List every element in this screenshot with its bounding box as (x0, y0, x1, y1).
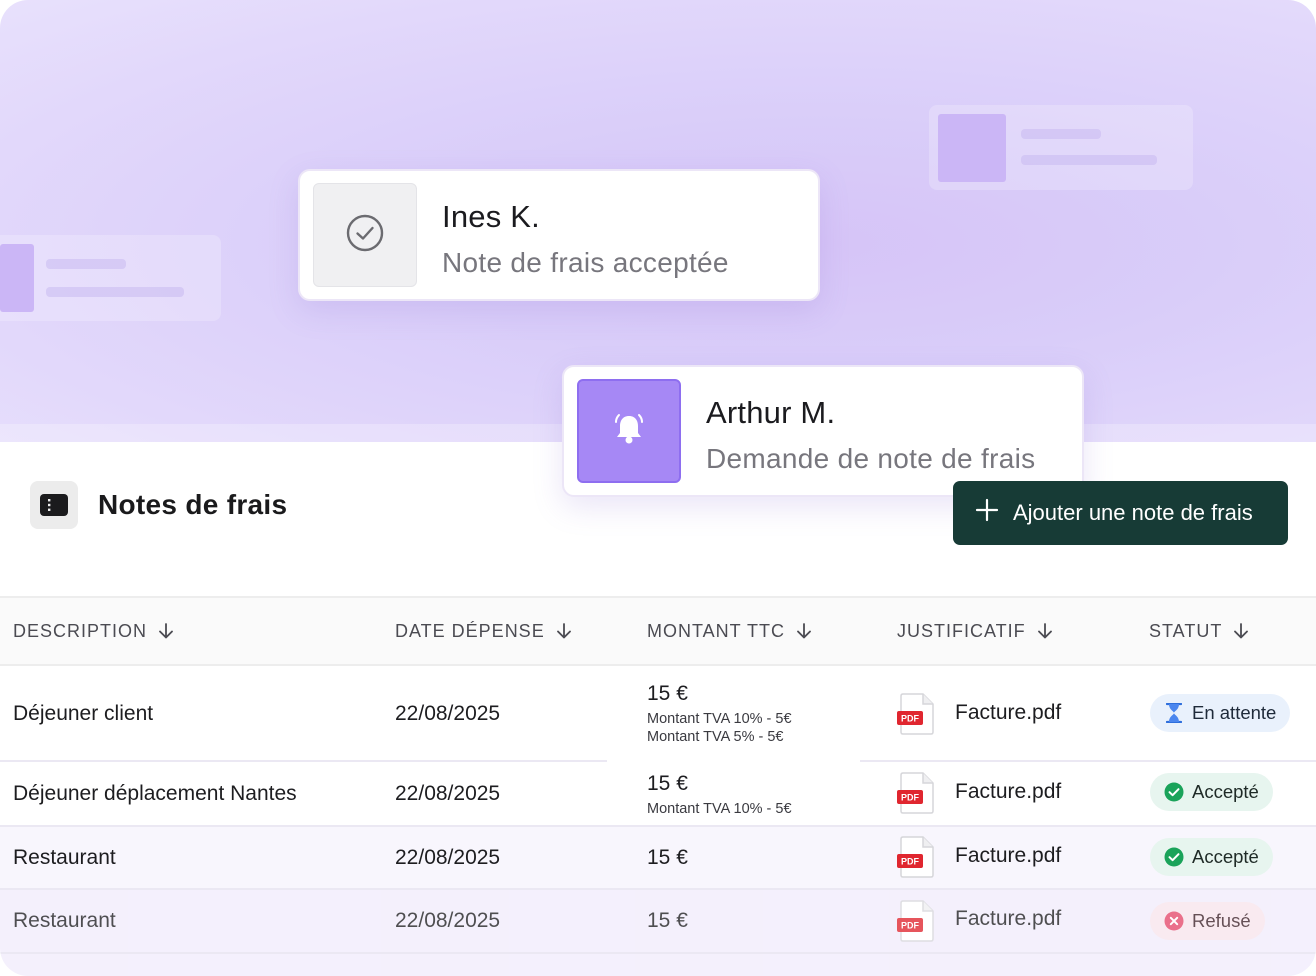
amount-value: 15 € (647, 682, 688, 705)
col-header-label: STATUT (1149, 620, 1223, 641)
add-expense-label: Ajouter une note de frais (1013, 500, 1253, 525)
ghost-card-left (0, 235, 221, 321)
table-header: DESCRIPTION DATE DÉPENSE MONTANT TTC JUS… (0, 596, 1316, 666)
check-circle-icon (1164, 782, 1184, 802)
bell-icon (607, 407, 651, 456)
receipt-icon (30, 481, 78, 529)
receipt-filename[interactable]: Facture.pdf (955, 844, 1061, 868)
notification-card-arthur[interactable]: Arthur M. Demande de note de frais (562, 365, 1084, 497)
notification-message: Demande de note de frais (706, 443, 1036, 474)
status-label: Refusé (1192, 910, 1251, 931)
tva-line: Montant TVA 10% - 5€ (647, 711, 792, 727)
status-label: En attente (1192, 702, 1277, 723)
close-circle-icon (1164, 911, 1184, 931)
notification-icon-box (313, 183, 417, 287)
status-badge: Accepté (1150, 838, 1273, 876)
table-row[interactable]: Déjeuner déplacement Nantes 22/08/2025 1… (0, 762, 1316, 825)
row-description: Déjeuner déplacement Nantes (13, 781, 297, 805)
col-header-date[interactable]: DATE DÉPENSE (395, 598, 573, 664)
table-row[interactable]: Restaurant 22/08/2025 15 € PDF Facture.p… (0, 890, 1316, 976)
receipt-filename[interactable]: Facture.pdf (955, 780, 1061, 804)
row-date: 22/08/2025 (395, 781, 501, 805)
row-description: Restaurant (13, 909, 116, 932)
pdf-file-icon[interactable]: PDF (897, 900, 935, 942)
row-description: Déjeuner client (13, 701, 154, 725)
svg-text:PDF: PDF (901, 714, 920, 724)
check-circle-icon (345, 213, 385, 258)
page-header: Notes de frais (30, 481, 287, 529)
row-date: 22/08/2025 (395, 845, 501, 869)
tva-line: Montant TVA 10% - 5€ (647, 801, 792, 817)
sort-arrow-icon (157, 622, 175, 640)
col-header-receipt[interactable]: JUSTIFICATIF (897, 598, 1054, 664)
col-header-amount[interactable]: MONTANT TTC (647, 598, 813, 664)
status-badge: Accepté (1150, 773, 1273, 811)
table-row[interactable]: Restaurant 22/08/2025 15 € PDF Facture.p… (0, 827, 1316, 888)
sort-arrow-icon (1232, 622, 1250, 640)
pdf-file-icon[interactable]: PDF (897, 772, 935, 814)
col-header-label: DESCRIPTION (13, 620, 148, 641)
check-circle-icon (1164, 847, 1184, 867)
notification-icon-box (577, 379, 681, 483)
notification-card-ines[interactable]: Ines K. Note de frais acceptée (298, 169, 820, 301)
col-header-label: JUSTIFICATIF (897, 620, 1026, 641)
row-date: 22/08/2025 (395, 701, 501, 725)
status-badge: Refusé (1150, 902, 1265, 940)
receipt-filename[interactable]: Facture.pdf (955, 907, 1061, 931)
svg-text:PDF: PDF (901, 793, 920, 803)
row-amount: 15 € (647, 845, 688, 869)
receipt-filename[interactable]: Facture.pdf (955, 701, 1061, 725)
row-divider (0, 952, 1316, 954)
svg-text:PDF: PDF (901, 921, 920, 931)
col-header-status[interactable]: STATUT (1149, 598, 1250, 664)
status-label: Accepté (1192, 781, 1259, 802)
page-title: Notes de frais (98, 489, 288, 520)
row-amount: 15 € Montant TVA 10% - 5€ (647, 772, 792, 818)
tva-line: Montant TVA 5% - 5€ (647, 729, 784, 745)
app-frame: Ines K. Note de frais acceptée Arthur M.… (0, 0, 1316, 976)
row-description: Restaurant (13, 845, 116, 869)
col-header-description[interactable]: DESCRIPTION (13, 598, 175, 664)
pdf-file-icon[interactable]: PDF (897, 836, 935, 878)
row-date: 22/08/2025 (395, 909, 501, 932)
pdf-file-icon[interactable]: PDF (897, 693, 935, 735)
notification-name: Ines K. (442, 199, 540, 234)
ghost-card-right (929, 105, 1193, 190)
sort-arrow-icon (795, 622, 813, 640)
notification-name: Arthur M. (706, 395, 836, 430)
status-badge: En attente (1150, 694, 1291, 732)
row-amount: 15 € Montant TVA 10% - 5€ Montant TVA 5%… (647, 682, 792, 746)
add-expense-button[interactable]: Ajouter une note de frais (953, 481, 1288, 545)
table-row[interactable]: Déjeuner client 22/08/2025 15 € Montant … (0, 666, 1316, 761)
svg-text:PDF: PDF (901, 857, 920, 867)
col-header-label: DATE DÉPENSE (395, 620, 545, 641)
sort-arrow-icon (555, 622, 573, 640)
plus-icon (975, 498, 999, 528)
col-header-label: MONTANT TTC (647, 620, 785, 641)
hourglass-icon (1164, 703, 1184, 723)
status-label: Accepté (1192, 846, 1259, 867)
row-amount: 15 € (647, 909, 688, 932)
notification-message: Note de frais acceptée (442, 247, 729, 278)
sort-arrow-icon (1036, 622, 1054, 640)
amount-value: 15 € (647, 772, 688, 795)
